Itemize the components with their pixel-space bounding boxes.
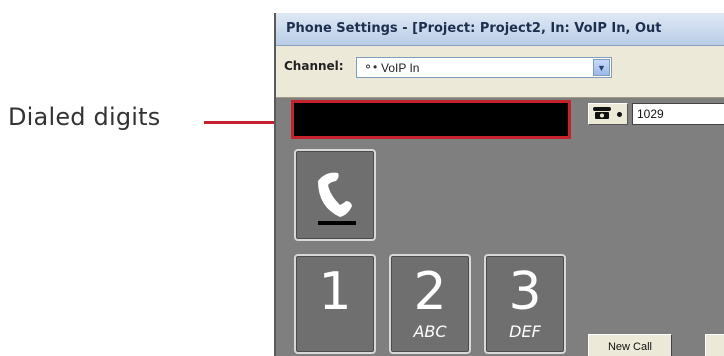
keypad-key-2[interactable]: 2 ABC <box>389 254 471 354</box>
phone-settings-window: Phone Settings - [Project: Project2, In:… <box>274 13 724 356</box>
keypad-key-1[interactable]: 1 <box>294 254 376 354</box>
window-title: Phone Settings - [Project: Project2, In:… <box>286 21 662 36</box>
handset-icon <box>318 172 356 225</box>
key-digit: 2 <box>413 262 447 322</box>
partial-button[interactable] <box>705 334 724 356</box>
callout-label: Dialed digits <box>8 103 161 131</box>
telephone-icon <box>593 107 611 119</box>
key-digit: 1 <box>318 262 352 322</box>
key-letters: DEF <box>509 322 541 341</box>
indicator-dot <box>617 112 622 117</box>
extension-input[interactable]: 1029 <box>632 103 724 125</box>
new-call-button[interactable]: New Call <box>588 334 672 356</box>
chevron-down-icon[interactable]: ▼ <box>593 59 610 76</box>
keypad-key-3[interactable]: 3 DEF <box>484 254 566 354</box>
line-select-button[interactable] <box>588 103 628 125</box>
channel-label: Channel: <box>284 59 344 73</box>
key-letters: ABC <box>413 322 447 341</box>
channel-select[interactable]: ⚬• VoIP In ▼ <box>356 57 612 78</box>
hook-button[interactable] <box>294 149 376 241</box>
window-titlebar[interactable]: Phone Settings - [Project: Project2, In:… <box>276 13 724 46</box>
connection-dots-icon: ⚬• <box>363 60 378 74</box>
channel-value: VoIP In <box>381 61 420 75</box>
dialed-digits-display <box>291 100 571 139</box>
channel-toolbar: Channel: ⚬• VoIP In ▼ <box>276 46 724 98</box>
key-digit: 3 <box>508 262 542 322</box>
